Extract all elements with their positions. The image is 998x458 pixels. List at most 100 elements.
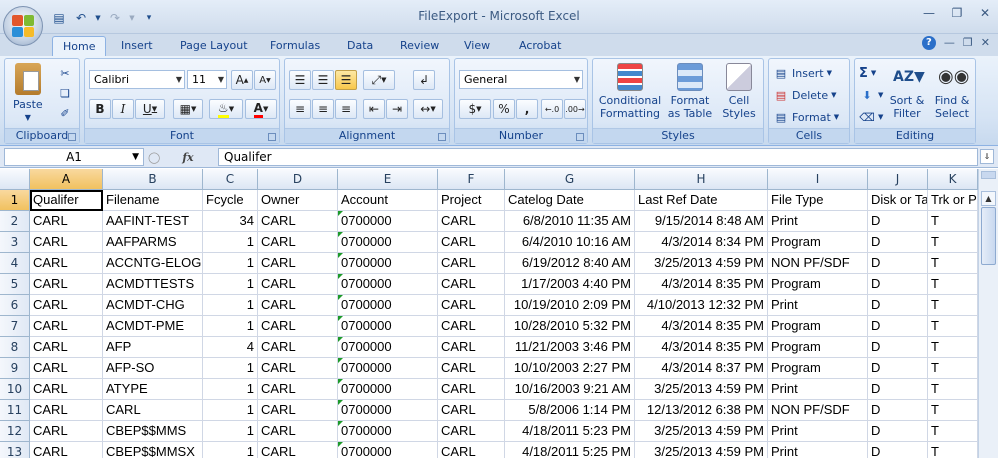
sort-filter-button[interactable]: AZ▼ Sort & Filter	[887, 63, 927, 120]
table-cell[interactable]: 6/8/2010 11:35 AM	[505, 211, 635, 232]
column-header-a[interactable]: A	[30, 169, 103, 190]
table-cell[interactable]: CARL	[30, 421, 103, 442]
table-cell[interactable]: D	[868, 337, 928, 358]
table-cell[interactable]: D	[868, 232, 928, 253]
table-cell[interactable]: 0700000	[338, 358, 438, 379]
table-cell[interactable]: 1/17/2003 4:40 PM	[505, 274, 635, 295]
table-cell[interactable]: 4/3/2014 8:35 PM	[635, 316, 768, 337]
table-cell[interactable]: 9/15/2014 8:48 AM	[635, 211, 768, 232]
table-cell[interactable]: T	[928, 358, 978, 379]
decrease-decimal-button[interactable]: .00→	[564, 99, 586, 119]
table-cell[interactable]: 0700000	[338, 211, 438, 232]
merge-center-button[interactable]: ↔ ▼	[413, 99, 443, 119]
delete-cells-button[interactable]: ▤ Delete ▼	[773, 86, 837, 104]
column-header-c[interactable]: C	[203, 169, 258, 190]
table-cell[interactable]: 10/19/2010 2:09 PM	[505, 295, 635, 316]
table-cell[interactable]: T	[928, 379, 978, 400]
grow-font-button[interactable]: A ▲	[231, 70, 253, 90]
table-cell[interactable]: D	[868, 358, 928, 379]
row-header[interactable]: 12	[0, 421, 30, 442]
column-header-e[interactable]: E	[338, 169, 438, 190]
align-top-button[interactable]: ☰	[289, 70, 311, 90]
table-cell[interactable]: 0700000	[338, 316, 438, 337]
table-cell[interactable]: T	[928, 295, 978, 316]
tab-formulas[interactable]: Formulas	[260, 36, 330, 56]
table-cell[interactable]: 0700000	[338, 232, 438, 253]
table-cell[interactable]: CARL	[30, 211, 103, 232]
table-cell[interactable]: Print	[768, 379, 868, 400]
table-cell[interactable]: CARL	[258, 442, 338, 458]
table-cell[interactable]: 1	[203, 295, 258, 316]
table-cell[interactable]: 0700000	[338, 421, 438, 442]
select-all-corner[interactable]	[0, 169, 30, 190]
shrink-font-button[interactable]: A ▼	[254, 70, 276, 90]
table-cell[interactable]: Program	[768, 316, 868, 337]
table-cell[interactable]: D	[868, 274, 928, 295]
row-header[interactable]: 10	[0, 379, 30, 400]
table-cell[interactable]: CARL	[438, 232, 505, 253]
table-cell[interactable]: T	[928, 442, 978, 458]
table-cell[interactable]: 0700000	[338, 274, 438, 295]
header-cell[interactable]: File Type	[768, 190, 868, 211]
header-cell[interactable]: Catelog Date	[505, 190, 635, 211]
table-cell[interactable]: Program	[768, 358, 868, 379]
help-icon[interactable]: ?	[921, 36, 936, 50]
row-header[interactable]: 4	[0, 253, 30, 274]
header-cell[interactable]: Last Ref Date	[635, 190, 768, 211]
tab-acrobat[interactable]: Acrobat	[509, 36, 571, 56]
orientation-button[interactable]: ⤢ ▼	[363, 70, 395, 90]
table-cell[interactable]: 1	[203, 253, 258, 274]
table-cell[interactable]: D	[868, 442, 928, 458]
table-cell[interactable]: 1	[203, 232, 258, 253]
table-cell[interactable]: T	[928, 232, 978, 253]
row-header[interactable]: 8	[0, 337, 30, 358]
table-cell[interactable]: CARL	[438, 358, 505, 379]
table-cell[interactable]: CARL	[258, 274, 338, 295]
cell-styles-button[interactable]: Cell Styles	[717, 63, 761, 120]
table-cell[interactable]: CARL	[258, 253, 338, 274]
table-cell[interactable]: 1	[203, 442, 258, 458]
table-cell[interactable]: T	[928, 253, 978, 274]
table-cell[interactable]: T	[928, 211, 978, 232]
number-format-select[interactable]: General ▼	[459, 70, 583, 89]
align-left-button[interactable]: ≡	[289, 99, 311, 119]
table-cell[interactable]: CARL	[438, 379, 505, 400]
header-cell[interactable]: Owner	[258, 190, 338, 211]
table-cell[interactable]: CARL	[258, 358, 338, 379]
header-cell[interactable]: Qualifer	[30, 190, 103, 211]
table-cell[interactable]: CARL	[438, 400, 505, 421]
row-header[interactable]: 6	[0, 295, 30, 316]
table-cell[interactable]: CARL	[258, 400, 338, 421]
table-cell[interactable]: NON PF/SDF	[768, 253, 868, 274]
table-cell[interactable]: Print	[768, 211, 868, 232]
table-cell[interactable]: CARL	[30, 295, 103, 316]
table-cell[interactable]: CARL	[438, 274, 505, 295]
table-cell[interactable]: T	[928, 400, 978, 421]
row-header[interactable]: 3	[0, 232, 30, 253]
table-cell[interactable]: 11/21/2003 3:46 PM	[505, 337, 635, 358]
table-cell[interactable]: CBEP$$MMS	[103, 421, 203, 442]
clipboard-launcher-icon[interactable]	[68, 133, 76, 141]
row-header[interactable]: 7	[0, 316, 30, 337]
row-header[interactable]: 11	[0, 400, 30, 421]
table-cell[interactable]: 3/25/2013 4:59 PM	[635, 442, 768, 458]
table-cell[interactable]: D	[868, 211, 928, 232]
table-cell[interactable]: AFP	[103, 337, 203, 358]
table-cell[interactable]: 4/3/2014 8:35 PM	[635, 274, 768, 295]
table-cell[interactable]: 4/18/2011 5:25 PM	[505, 442, 635, 458]
name-box[interactable]: A1 ▼	[4, 148, 144, 166]
table-cell[interactable]: T	[928, 337, 978, 358]
table-cell[interactable]: CARL	[30, 358, 103, 379]
table-cell[interactable]: CARL	[438, 253, 505, 274]
table-cell[interactable]: ATYPE	[103, 379, 203, 400]
table-cell[interactable]: Program	[768, 274, 868, 295]
table-cell[interactable]: CARL	[438, 211, 505, 232]
insert-function-button[interactable]: fx	[182, 151, 193, 164]
font-family-select[interactable]: Calibri ▼	[89, 70, 185, 89]
alignment-launcher-icon[interactable]	[438, 133, 446, 141]
table-cell[interactable]: CARL	[30, 379, 103, 400]
column-header-b[interactable]: B	[103, 169, 203, 190]
table-cell[interactable]: 4/3/2014 8:35 PM	[635, 337, 768, 358]
italic-button[interactable]: I	[112, 99, 134, 119]
cut-icon[interactable]: ✂	[57, 64, 73, 82]
